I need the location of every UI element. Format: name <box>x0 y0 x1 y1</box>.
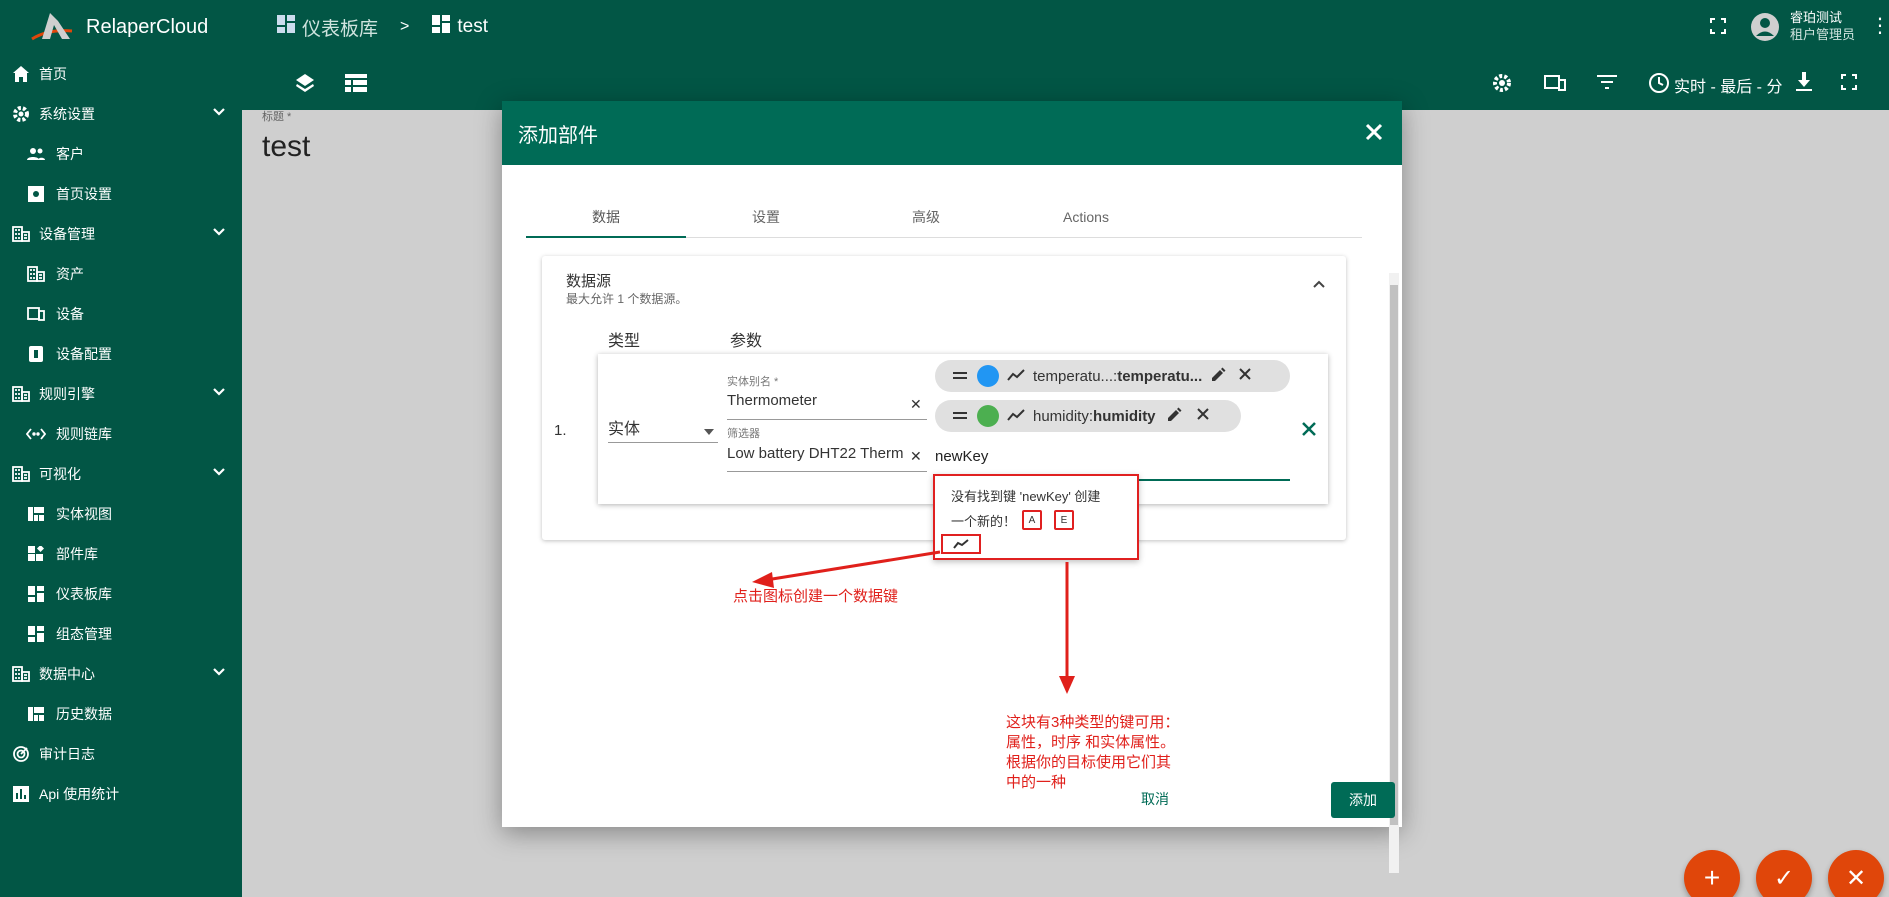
add-fab[interactable]: + <box>1684 850 1740 897</box>
annotation-key-types: 这块有3种类型的键可用： 属性，时序 和实体属性。 根据你的目标使用它们其 中的… <box>1006 713 1179 793</box>
annotation-line: 属性，时序 和实体属性。 <box>1006 734 1176 751</box>
plus-icon: + <box>1703 862 1721 893</box>
annotation-line: 这块有3种类型的键可用： <box>1006 714 1180 731</box>
close-icon: ✕ <box>1845 864 1867 892</box>
annotation-line: 根据你的目标使用它们其 <box>1006 754 1172 771</box>
annotation-arrows <box>752 550 1075 694</box>
cancel-fab[interactable]: ✕ <box>1828 850 1884 897</box>
annotation-click-icon: 点击图标创建一个数据键 <box>733 588 899 605</box>
apply-fab[interactable]: ✓ <box>1756 850 1812 897</box>
check-icon: ✓ <box>1773 864 1795 892</box>
annotation-line: 中的一种 <box>1006 774 1067 791</box>
